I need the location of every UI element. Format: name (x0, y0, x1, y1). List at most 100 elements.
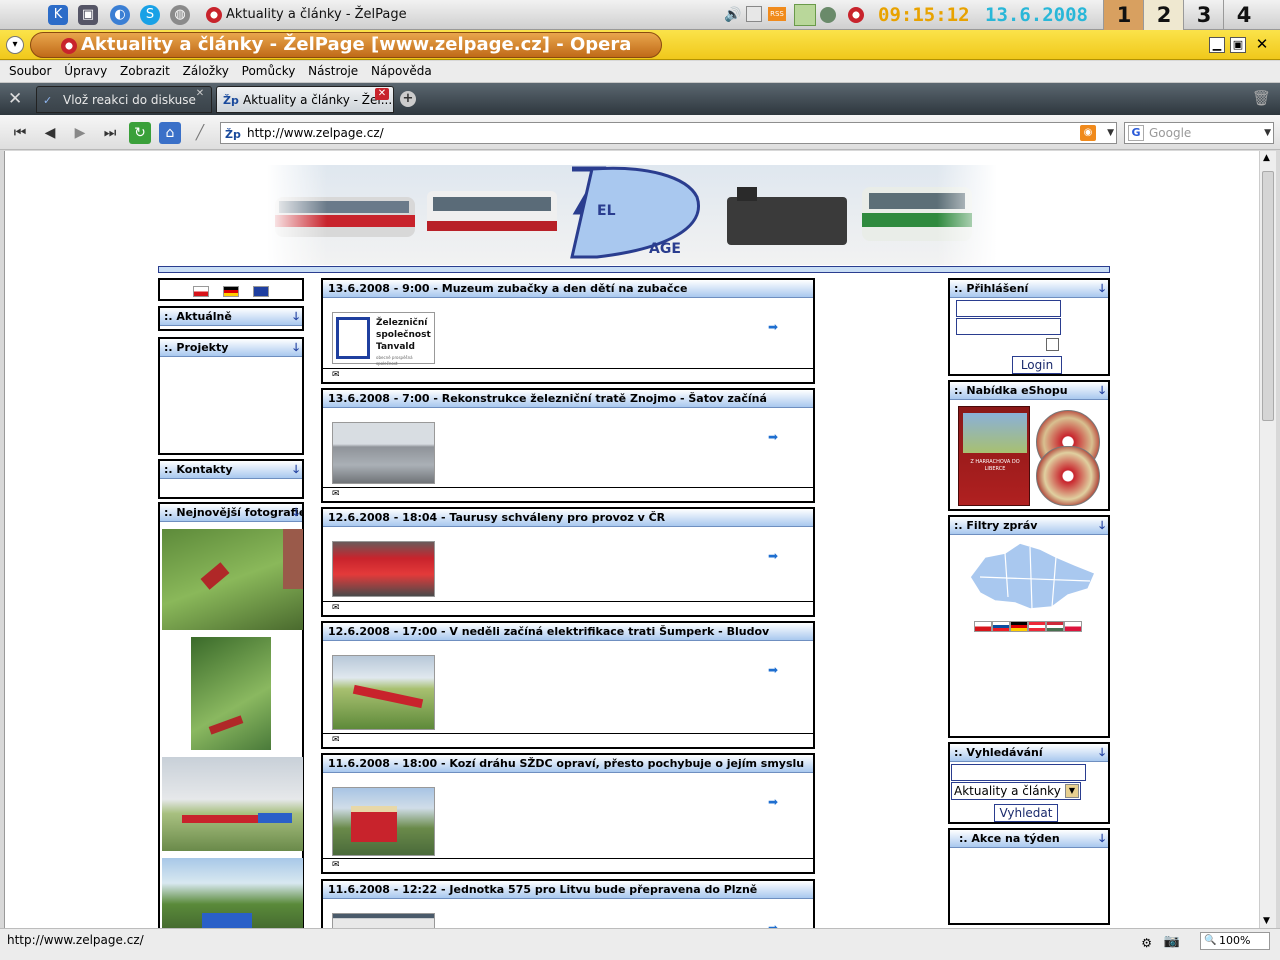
news-title[interactable]: 11.6.2008 - 18:00 - Kozí dráhu SŽDC opra… (323, 755, 813, 773)
fotografie-heading[interactable]: :. Nejnovější fotografie 🡓 (160, 504, 302, 522)
menu-nastroje[interactable]: Nástroje (303, 61, 362, 81)
scroll-up-icon[interactable]: ▲ (1263, 153, 1270, 163)
window-menu-button[interactable]: ▾ (6, 36, 24, 54)
rss-tray-icon[interactable]: RSS (768, 7, 786, 21)
news-title[interactable]: 13.6.2008 - 9:00 - Muzeum zubačky a den … (323, 280, 813, 298)
menu-upravy[interactable]: Úpravy (59, 61, 111, 81)
scroll-thumb[interactable] (1262, 171, 1274, 421)
photo-thumbnail[interactable] (162, 757, 303, 851)
tab-aktuality[interactable]: Žp Aktuality a články - Žel... ✕ (216, 86, 394, 113)
read-more-icon[interactable]: ➡ (768, 430, 778, 444)
trash-icon[interactable]: 🗑 (1252, 89, 1271, 109)
address-input[interactable]: Žp http://www.zelpage.cz/ ◉ ▼ (220, 122, 1117, 144)
read-more-icon[interactable]: ➡ (768, 795, 778, 809)
volume-icon[interactable]: 🔊 (724, 7, 741, 23)
flag-hu-icon[interactable] (1046, 621, 1064, 632)
search-input[interactable]: G Google ▼ (1124, 122, 1274, 144)
opera-tray-icon[interactable] (848, 7, 864, 23)
search-dropdown-icon[interactable]: ▼ (1264, 123, 1271, 143)
projekty-heading[interactable]: :. Projekty 🡓 (160, 339, 302, 357)
news-title[interactable]: 12.6.2008 - 18:04 - Taurusy schváleny pr… (323, 509, 813, 527)
dvd-cover[interactable]: Z HARRACHOVA DO LIBERCE (958, 406, 1030, 506)
photo-thumbnail[interactable] (162, 529, 303, 630)
menu-pomucky[interactable]: Pomůcky (237, 61, 300, 81)
flag-pl-icon[interactable] (1064, 621, 1082, 632)
site-banner[interactable]: EL AGE (267, 157, 997, 265)
back-icon[interactable]: ◀ (39, 122, 61, 144)
flag-en-icon[interactable] (252, 286, 269, 297)
news-title[interactable]: 13.6.2008 - 7:00 - Rekonstrukce železnič… (323, 390, 813, 408)
flag-cz-icon[interactable] (974, 621, 992, 632)
update-icon[interactable] (794, 4, 816, 26)
aktualne-heading[interactable]: :. Aktuálně 🡓 (160, 308, 302, 326)
search-button[interactable]: Vyhledat (994, 804, 1058, 822)
zoom-control[interactable]: 🔍 100% (1200, 932, 1270, 950)
read-more-icon[interactable]: ➡ (768, 921, 778, 928)
news-title[interactable]: 11.6.2008 - 12:22 - Jednotka 575 pro Lit… (323, 881, 813, 899)
menu-napoveda[interactable]: Nápověda (366, 61, 436, 81)
flag-de-icon[interactable] (223, 286, 239, 297)
rewind-icon[interactable]: ⏮ (9, 122, 31, 144)
menu-soubor[interactable]: Soubor (4, 61, 55, 81)
home-icon[interactable]: ⌂ (159, 122, 181, 144)
eshop-heading[interactable]: :. Nabídka eShopu 🡓 (950, 382, 1108, 400)
read-more-icon[interactable]: ➡ (768, 549, 778, 563)
clipboard-icon[interactable] (746, 6, 762, 22)
edit-icon[interactable]: ╱ (189, 122, 211, 144)
flag-de-icon[interactable] (1010, 621, 1028, 632)
network-icon[interactable]: ◍ (170, 5, 190, 25)
akce-heading[interactable]: :. Akce na týden 🡓 (950, 830, 1108, 848)
news-thumbnail[interactable] (332, 913, 435, 928)
kde-menu-icon[interactable]: K (48, 5, 68, 25)
vertical-scrollbar[interactable]: ▲ ▼ (1259, 151, 1276, 928)
news-thumbnail[interactable] (332, 422, 435, 484)
globe-icon[interactable] (820, 7, 836, 23)
email-icon[interactable]: ✉ (323, 733, 813, 747)
camera-icon[interactable]: 📷 (1164, 931, 1180, 953)
address-dropdown-icon[interactable]: ▼ (1107, 123, 1114, 143)
vyhledavani-heading[interactable]: :. Vyhledávání 🡓 (950, 744, 1108, 762)
news-title[interactable]: 12.6.2008 - 17:00 - V neděli začíná elek… (323, 623, 813, 641)
news-thumbnail[interactable] (332, 655, 435, 730)
email-icon[interactable]: ✉ (323, 487, 813, 501)
site-search-input[interactable] (951, 764, 1086, 781)
scroll-down-icon[interactable]: ▼ (1263, 916, 1270, 926)
remember-checkbox[interactable] (1046, 338, 1059, 351)
close-button[interactable]: ✕ (1254, 37, 1270, 53)
filtry-heading[interactable]: :. Filtry zpráv 🡓 (950, 517, 1108, 535)
forward-icon[interactable]: ▶ (69, 122, 91, 144)
maximize-button[interactable]: ▣ (1230, 37, 1246, 53)
desktop-4[interactable]: 4 (1223, 0, 1264, 30)
czech-map-icon[interactable] (960, 537, 1100, 617)
minimize-button[interactable]: ▁ (1209, 37, 1225, 53)
flag-at-icon[interactable] (1028, 621, 1046, 632)
show-desktop-icon[interactable]: ▣ (78, 5, 98, 25)
login-heading[interactable]: :. Přihlášení 🡓 (950, 280, 1108, 298)
news-thumbnail[interactable] (332, 787, 435, 856)
konqueror-icon[interactable]: ◐ (110, 5, 130, 25)
read-more-icon[interactable]: ➡ (768, 320, 778, 334)
desktop-1[interactable]: 1 (1103, 0, 1144, 30)
rss-icon[interactable]: ◉ (1080, 125, 1096, 141)
photo-thumbnail[interactable] (191, 637, 271, 750)
news-thumbnail[interactable]: Železniční společnost Tanvald obecně pro… (332, 312, 435, 366)
read-more-icon[interactable]: ➡ (768, 663, 778, 677)
fast-forward-icon[interactable]: ⏭ (99, 122, 121, 144)
reload-icon[interactable]: ↻ (129, 122, 151, 144)
skype-icon[interactable]: S (140, 5, 160, 25)
email-icon[interactable]: ✉ (323, 858, 813, 872)
desktop-2[interactable]: 2 (1143, 0, 1184, 30)
menu-zobrazit[interactable]: Zobrazit (115, 61, 174, 81)
news-thumbnail[interactable] (332, 541, 435, 597)
login-button[interactable]: Login (1012, 356, 1062, 374)
tools-icon[interactable]: ✕ (8, 89, 30, 109)
email-icon[interactable]: ✉ (323, 601, 813, 615)
password-input[interactable] (956, 318, 1061, 335)
tab-diskuse[interactable]: ✓ Vlož reakci do diskuse ✕ (36, 86, 212, 113)
tab-close-icon[interactable]: ✕ (375, 88, 389, 100)
flag-sk-icon[interactable] (992, 621, 1010, 632)
email-icon[interactable]: ✉ (323, 368, 813, 382)
desktop-3[interactable]: 3 (1183, 0, 1224, 30)
username-input[interactable] (956, 300, 1061, 317)
flag-cz-icon[interactable] (193, 286, 210, 297)
